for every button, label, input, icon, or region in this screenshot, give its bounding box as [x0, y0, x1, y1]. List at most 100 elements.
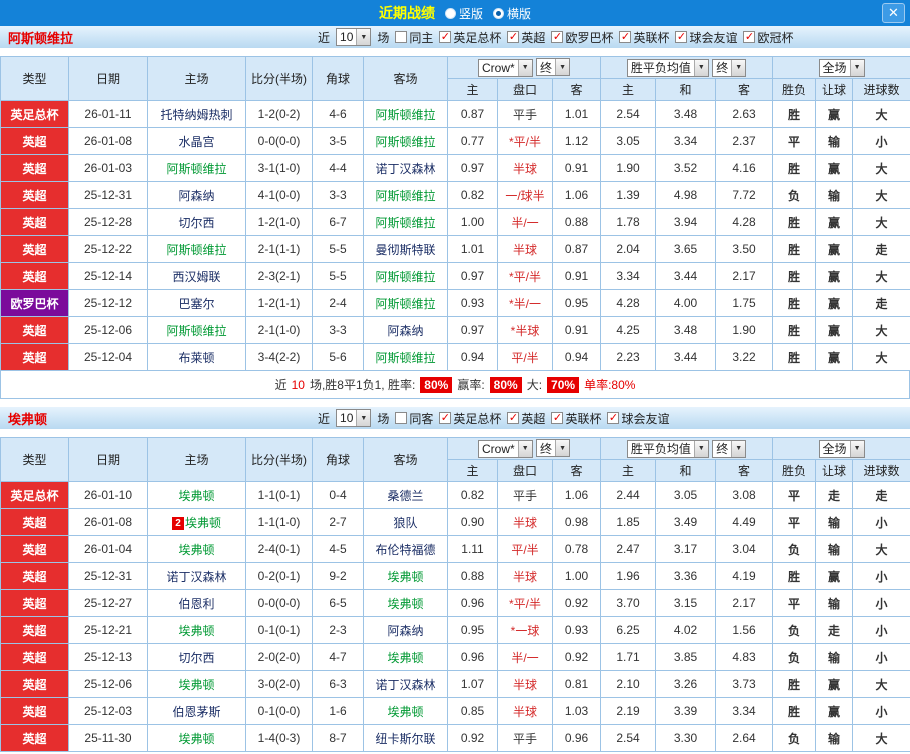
- filter-checkbox[interactable]: 同主: [395, 29, 433, 46]
- home-team[interactable]: 布莱顿: [147, 343, 246, 371]
- match-score: 0-0(0-0): [245, 127, 313, 155]
- away-team[interactable]: 阿斯顿维拉: [363, 127, 448, 155]
- eu-final-select[interactable]: 终 ▼: [712, 439, 747, 458]
- eu-away-odds: 4.28: [715, 208, 774, 236]
- away-team[interactable]: 阿斯顿维拉: [363, 181, 448, 209]
- eu-avg-select[interactable]: 胜平负均值 ▼: [626, 58, 709, 77]
- away-team[interactable]: 布伦特福德: [363, 535, 448, 563]
- radio-vertical-layout[interactable]: 竖版: [444, 5, 483, 22]
- goals-result-text: 大: [852, 724, 910, 752]
- eu-home-odds: 3.34: [600, 262, 657, 290]
- away-team[interactable]: 阿森纳: [363, 616, 448, 644]
- filter-controls: 近 10 ▼ 场 同主 ✓ 英足总杯 ✓ 英超 ✓ 欧罗巴杯 ✓ 英联杯 ✓ 球会友谊 ✓ 欧冠杯: [318, 26, 794, 48]
- away-team[interactable]: 诺丁汉森林: [363, 154, 448, 182]
- home-team[interactable]: 托特纳姆热刺: [147, 100, 246, 128]
- home-team[interactable]: 伯恩利: [147, 589, 246, 617]
- filter-checkbox[interactable]: ✓ 球会友谊: [607, 410, 669, 427]
- away-team[interactable]: 阿斯顿维拉: [363, 100, 448, 128]
- match-scope-select[interactable]: 全场 ▼: [818, 58, 865, 77]
- chevron-down-icon: ▼: [693, 59, 708, 76]
- match-date: 26-01-11: [68, 100, 148, 128]
- away-team[interactable]: 桑德兰: [363, 481, 448, 509]
- match-row: 英超 25-12-04 布莱顿 3-4(2-2) 5-6 阿斯顿维拉 0.94 平/半 0.94…: [0, 343, 910, 371]
- eu-avg-select[interactable]: 胜平负均值 ▼: [626, 439, 709, 458]
- home-team[interactable]: 阿斯顿维拉: [147, 235, 246, 263]
- filter-checkbox[interactable]: ✓ 欧罗巴杯: [551, 29, 613, 46]
- home-team[interactable]: 切尔西: [147, 208, 246, 236]
- away-team[interactable]: 阿斯顿维拉: [363, 262, 448, 290]
- away-team[interactable]: 狼队: [363, 508, 448, 536]
- result-text: 胜: [772, 262, 817, 290]
- home-team[interactable]: 伯恩茅斯: [147, 697, 246, 725]
- filter-checkbox[interactable]: ✓ 欧冠杯: [743, 29, 794, 46]
- match-date: 25-12-13: [68, 643, 148, 671]
- home-team[interactable]: 埃弗顿: [147, 670, 246, 698]
- eu-final-select[interactable]: 终 ▼: [712, 58, 747, 77]
- home-team[interactable]: 阿森纳: [147, 181, 246, 209]
- handicap-result-text: 赢: [815, 316, 854, 344]
- bookmaker-select[interactable]: Crow* ▼: [478, 439, 533, 458]
- league-badge: 英超: [0, 316, 69, 344]
- match-row: 英超 26-01-04 埃弗顿 2-4(0-1) 4-5 布伦特福德 1.11 平/半 0.78…: [0, 535, 910, 563]
- away-team[interactable]: 纽卡斯尔联: [363, 724, 448, 752]
- away-team[interactable]: 埃弗顿: [363, 697, 448, 725]
- col-header-score: 比分(半场): [245, 56, 313, 101]
- away-team[interactable]: 阿斯顿维拉: [363, 343, 448, 371]
- team-header-bar: 埃弗顿 近 10 ▼ 场 同客 ✓ 英足总杯 ✓ 英超 ✓ 英联杯 ✓ 球会友谊: [0, 407, 910, 429]
- home-team[interactable]: 埃弗顿: [147, 616, 246, 644]
- handicap-result-text: 输: [815, 127, 854, 155]
- chevron-down-icon: ▼: [731, 59, 746, 76]
- checkbox-label: 英足总杯: [453, 411, 502, 426]
- ah-final-select[interactable]: 终 ▼: [536, 439, 571, 458]
- home-team[interactable]: 2 埃弗顿: [147, 508, 246, 536]
- home-team[interactable]: 阿斯顿维拉: [147, 154, 246, 182]
- result-text: 胜: [772, 208, 817, 236]
- spacer: [0, 429, 910, 437]
- team-name: 诺丁汉森林: [375, 161, 436, 176]
- away-team[interactable]: 阿斯顿维拉: [363, 208, 448, 236]
- goals-result-text: 大: [852, 262, 910, 290]
- team-name: 阿森纳: [387, 623, 424, 638]
- away-team[interactable]: 埃弗顿: [363, 562, 448, 590]
- home-team[interactable]: 巴塞尔: [147, 289, 246, 317]
- match-score: 2-4(0-1): [245, 535, 313, 563]
- chevron-down-icon: ▼: [849, 59, 864, 76]
- away-team[interactable]: 埃弗顿: [363, 589, 448, 617]
- eu-away-odds: 3.04: [715, 535, 774, 563]
- filter-checkbox[interactable]: 同客: [395, 410, 433, 427]
- away-team[interactable]: 诺丁汉森林: [363, 670, 448, 698]
- filter-checkbox[interactable]: ✓ 球会友谊: [675, 29, 737, 46]
- home-team[interactable]: 西汉姆联: [147, 262, 246, 290]
- radio-horizontal-layout[interactable]: 横版: [493, 5, 531, 22]
- close-button[interactable]: ✕: [882, 3, 905, 23]
- home-team[interactable]: 诺丁汉森林: [147, 562, 246, 590]
- home-team[interactable]: 阿斯顿维拉: [147, 316, 246, 344]
- filter-checkbox[interactable]: ✓ 英足总杯: [439, 29, 501, 46]
- eu-home-odds: 4.25: [600, 316, 657, 344]
- away-team[interactable]: 阿斯顿维拉: [363, 289, 448, 317]
- home-team[interactable]: 埃弗顿: [147, 535, 246, 563]
- recent-count-select[interactable]: 10 ▼: [336, 409, 372, 427]
- match-date: 26-01-04: [68, 535, 148, 563]
- match-date: 25-12-21: [68, 616, 148, 644]
- filter-checkbox[interactable]: ✓ 英联杯: [619, 29, 669, 46]
- match-row: 英超 25-12-13 切尔西 2-0(2-0) 4-7 埃弗顿 0.96 半/一 0.92 1.…: [0, 643, 910, 671]
- result-group-header: 全场 ▼: [772, 437, 910, 460]
- match-scope-select[interactable]: 全场 ▼: [818, 439, 865, 458]
- away-team[interactable]: 埃弗顿: [363, 643, 448, 671]
- recent-count-select[interactable]: 10 ▼: [336, 28, 372, 46]
- home-team[interactable]: 埃弗顿: [147, 724, 246, 752]
- filter-checkbox[interactable]: ✓ 英联杯: [551, 410, 601, 427]
- home-team[interactable]: 埃弗顿: [147, 481, 246, 509]
- filter-checkbox[interactable]: ✓ 英足总杯: [439, 410, 501, 427]
- away-team[interactable]: 曼彻斯特联: [363, 235, 448, 263]
- home-team[interactable]: 水晶宫: [147, 127, 246, 155]
- filter-checkbox[interactable]: ✓ 英超: [507, 29, 545, 46]
- ah-final-select[interactable]: 终 ▼: [536, 58, 571, 77]
- home-team[interactable]: 切尔西: [147, 643, 246, 671]
- away-team[interactable]: 阿森纳: [363, 316, 448, 344]
- eu-draw-odds: 3.65: [655, 235, 717, 263]
- filter-checkbox[interactable]: ✓ 英超: [507, 410, 545, 427]
- bookmaker-select[interactable]: Crow* ▼: [478, 58, 533, 77]
- team-name: 阿斯顿维拉: [375, 134, 436, 149]
